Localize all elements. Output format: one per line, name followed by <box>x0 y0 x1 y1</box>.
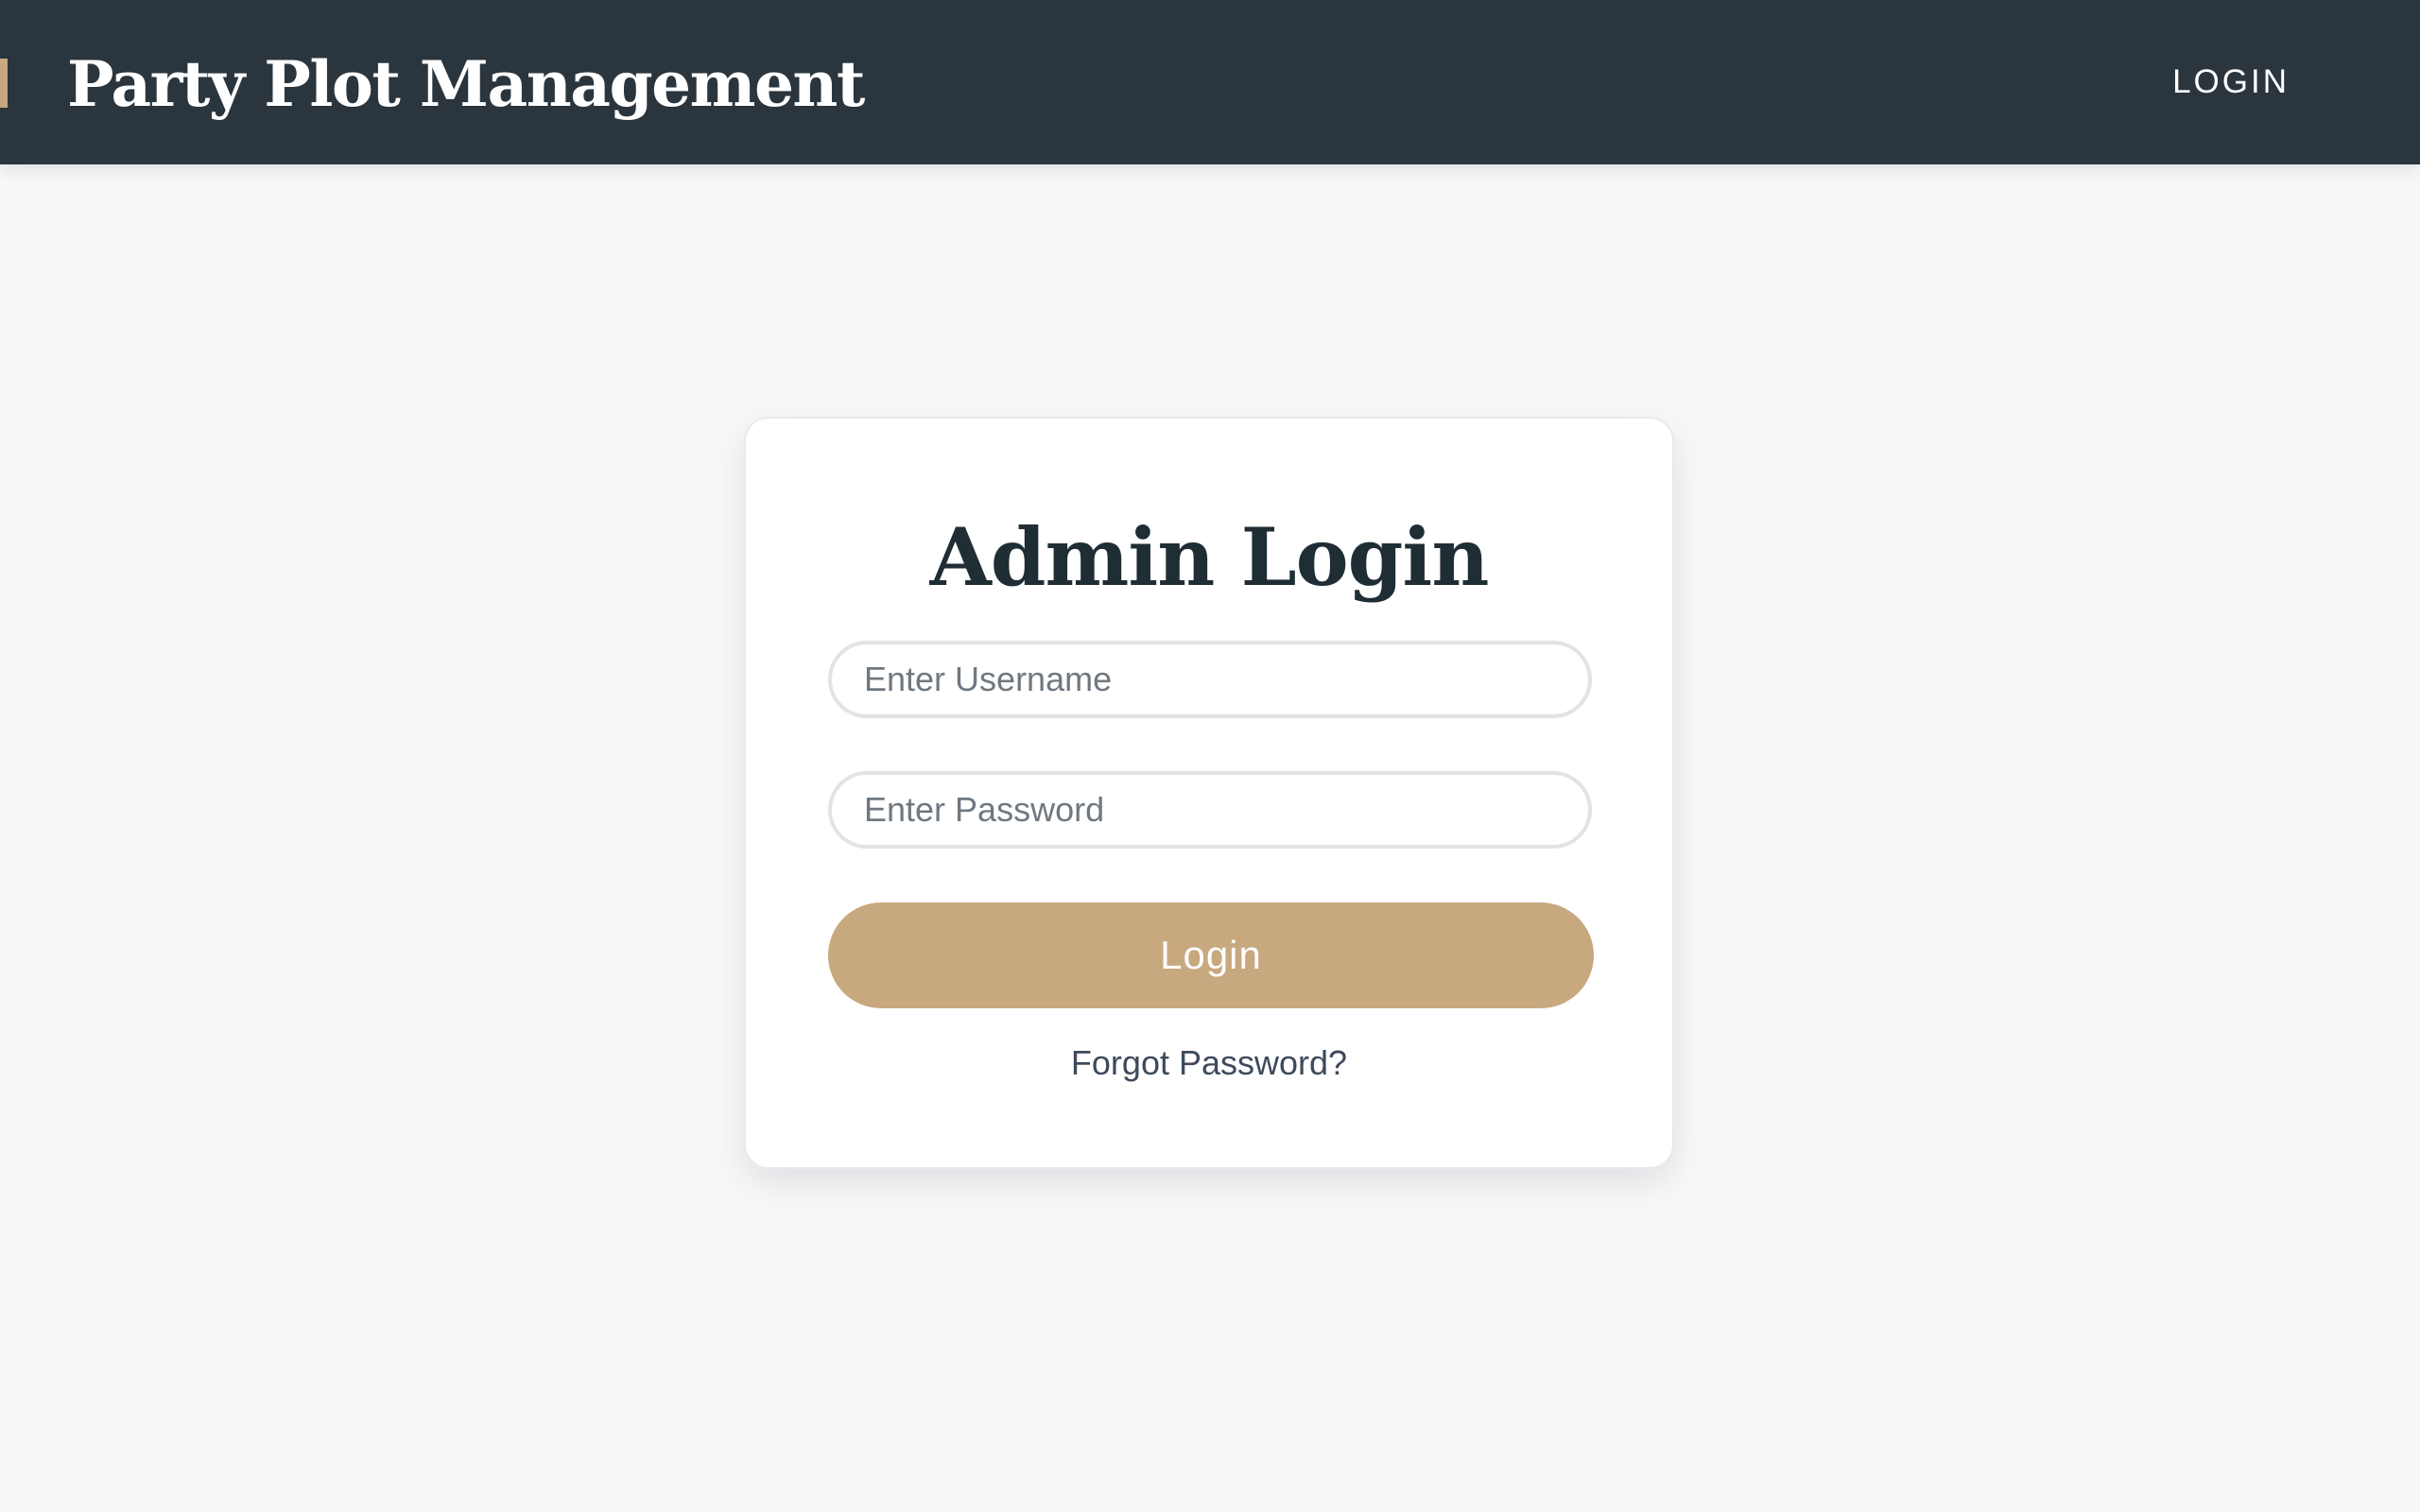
forgot-password-link[interactable]: Forgot Password? <box>746 1042 1672 1084</box>
nav-login-link[interactable]: LOGIN <box>2172 62 2290 102</box>
brand-title[interactable]: Party Plot Management <box>67 42 865 127</box>
password-input[interactable] <box>828 771 1592 849</box>
login-card: Admin Login Login Forgot Password? <box>744 417 1674 1169</box>
top-navbar: Party Plot Management LOGIN <box>0 0 2420 164</box>
login-button[interactable]: Login <box>828 902 1594 1008</box>
login-title: Admin Login <box>929 510 1490 604</box>
brand-accent-bar <box>0 59 8 108</box>
username-input[interactable] <box>828 641 1592 718</box>
